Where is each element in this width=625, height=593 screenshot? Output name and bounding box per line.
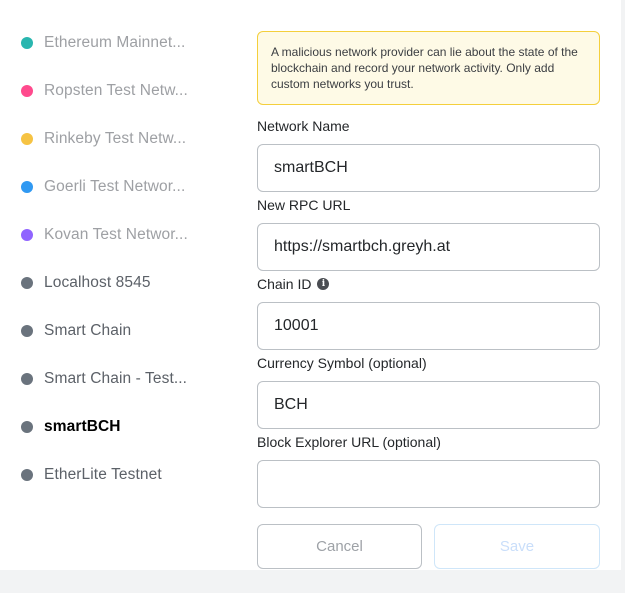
network-item-etherlite-testnet[interactable]: EtherLite Testnet bbox=[21, 463, 162, 487]
network-item-smart-chain-testnet[interactable]: Smart Chain - Test... bbox=[21, 367, 187, 391]
network-label: Smart Chain - Test... bbox=[44, 370, 188, 387]
block-explorer-label-text: Block Explorer URL (optional) bbox=[257, 434, 441, 450]
network-item-ethereum-mainnet[interactable]: Ethereum Mainnet... bbox=[21, 31, 185, 55]
scrollbar-track[interactable] bbox=[621, 0, 625, 570]
footer-bar bbox=[0, 570, 625, 593]
network-name-input[interactable] bbox=[257, 144, 600, 192]
block-explorer-label: Block Explorer URL (optional) bbox=[257, 434, 441, 450]
network-color-dot bbox=[21, 325, 33, 337]
network-label: Smart Chain bbox=[44, 322, 132, 339]
rpc-url-label-text: New RPC URL bbox=[257, 197, 351, 213]
network-label: Localhost 8545 bbox=[44, 274, 151, 291]
network-item-goerli[interactable]: Goerli Test Networ... bbox=[21, 175, 185, 199]
currency-symbol-label: Currency Symbol (optional) bbox=[257, 355, 427, 371]
network-label: Goerli Test Networ... bbox=[44, 178, 186, 195]
network-name-label: Network Name bbox=[257, 118, 350, 134]
network-name-label-text: Network Name bbox=[257, 118, 350, 134]
network-color-dot bbox=[21, 229, 33, 241]
info-icon[interactable]: i bbox=[317, 278, 330, 290]
save-button[interactable]: Save bbox=[434, 524, 600, 569]
network-label: smartBCH bbox=[44, 418, 121, 435]
warning-banner: A malicious network provider can lie abo… bbox=[257, 31, 600, 105]
network-item-rinkeby[interactable]: Rinkeby Test Netw... bbox=[21, 127, 186, 151]
network-color-dot bbox=[21, 277, 33, 289]
network-color-dot bbox=[21, 37, 33, 49]
network-label: Rinkeby Test Netw... bbox=[44, 130, 187, 147]
rpc-url-label: New RPC URL bbox=[257, 197, 350, 213]
chain-id-input[interactable] bbox=[257, 302, 600, 350]
network-color-dot bbox=[21, 181, 33, 193]
currency-symbol-input[interactable] bbox=[257, 381, 600, 429]
cancel-button[interactable]: Cancel bbox=[257, 524, 422, 569]
network-color-dot bbox=[21, 133, 33, 145]
block-explorer-input[interactable] bbox=[257, 460, 600, 508]
network-label: Ethereum Mainnet... bbox=[44, 34, 186, 51]
network-label: Ropsten Test Netw... bbox=[44, 82, 188, 99]
network-item-localhost[interactable]: Localhost 8545 bbox=[21, 271, 151, 295]
network-item-ropsten[interactable]: Ropsten Test Netw... bbox=[21, 79, 188, 103]
network-label: EtherLite Testnet bbox=[44, 466, 162, 483]
chain-id-label: Chain ID i bbox=[257, 276, 330, 292]
chain-id-label-text: Chain ID bbox=[257, 276, 312, 292]
network-color-dot bbox=[21, 421, 33, 433]
network-item-smart-chain[interactable]: Smart Chain bbox=[21, 319, 131, 343]
network-color-dot bbox=[21, 85, 33, 97]
network-color-dot bbox=[21, 469, 33, 481]
currency-symbol-label-text: Currency Symbol (optional) bbox=[257, 355, 427, 371]
rpc-url-input[interactable] bbox=[257, 223, 600, 271]
network-item-smartbch[interactable]: smartBCH bbox=[21, 415, 121, 439]
network-color-dot bbox=[21, 373, 33, 385]
network-list: Ethereum Mainnet... Ropsten Test Netw...… bbox=[0, 0, 230, 570]
network-label: Kovan Test Networ... bbox=[44, 226, 188, 243]
network-item-kovan[interactable]: Kovan Test Networ... bbox=[21, 223, 188, 247]
